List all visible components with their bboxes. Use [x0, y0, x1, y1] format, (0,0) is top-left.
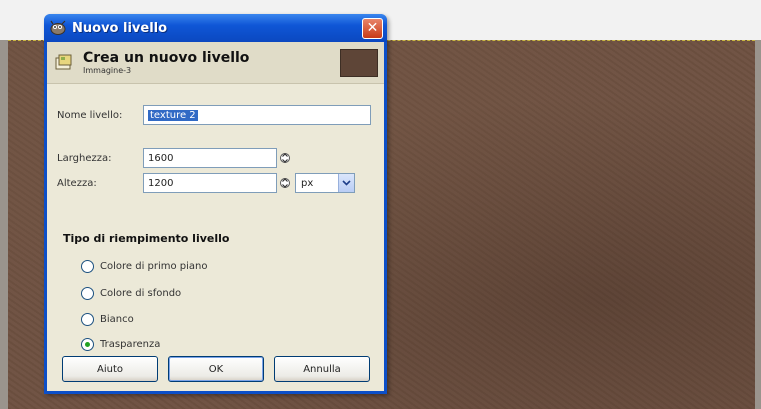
- height-row: Altezza: 1200 px: [57, 173, 355, 193]
- height-spin-button[interactable]: [279, 173, 291, 193]
- radio-icon[interactable]: [81, 313, 94, 326]
- layer-preview: [340, 48, 378, 77]
- gimp-wilber-icon: [48, 19, 68, 37]
- close-icon: ✕: [366, 20, 379, 36]
- radio-background[interactable]: Colore di sfondo: [81, 287, 181, 300]
- radio-icon[interactable]: [81, 260, 94, 273]
- ok-label: OK: [208, 363, 224, 375]
- dialog-title: Nuovo livello: [72, 20, 168, 36]
- name-row: Nome livello: texture 2: [57, 105, 371, 125]
- dialog-titlebar[interactable]: Nuovo livello ✕: [44, 14, 387, 42]
- radio-transparency[interactable]: Trasparenza: [81, 338, 160, 351]
- unit-select[interactable]: px: [295, 173, 355, 193]
- header-subtitle: Immagine-3: [83, 66, 132, 75]
- width-value: 1600: [148, 152, 174, 164]
- name-label: Nome livello:: [57, 109, 123, 121]
- radio-label: Colore di primo piano: [100, 261, 208, 272]
- width-spin-button[interactable]: [279, 148, 291, 168]
- unit-value: px: [301, 177, 314, 189]
- width-row: Larghezza: 1600: [57, 148, 291, 168]
- new-layer-icon: [53, 52, 75, 74]
- radio-label: Trasparenza: [100, 339, 161, 350]
- help-label: Aiuto: [97, 363, 123, 375]
- radio-foreground[interactable]: Colore di primo piano: [81, 260, 208, 273]
- width-input[interactable]: 1600: [143, 148, 277, 168]
- radio-label: Bianco: [100, 314, 134, 325]
- chevron-down-icon[interactable]: [338, 174, 354, 192]
- layer-name-value: texture 2: [148, 109, 198, 121]
- layer-name-input[interactable]: texture 2: [143, 105, 371, 125]
- help-button[interactable]: Aiuto: [62, 356, 158, 382]
- new-layer-dialog: Nuovo livello ✕ Crea un nuovo livello Im…: [44, 14, 387, 394]
- cancel-label: Annulla: [303, 363, 341, 375]
- height-value: 1200: [148, 177, 174, 189]
- radio-icon[interactable]: [81, 287, 94, 300]
- fill-type-title: Tipo di riempimento livello: [63, 232, 230, 245]
- spin-arrows-icon: [280, 153, 290, 163]
- height-label: Altezza:: [57, 177, 97, 189]
- height-input[interactable]: 1200: [143, 173, 277, 193]
- dialog-body: Crea un nuovo livello Immagine-3 Nome li…: [47, 42, 384, 391]
- ok-button[interactable]: OK: [168, 356, 264, 382]
- radio-icon-selected[interactable]: [81, 338, 94, 351]
- header-title: Crea un nuovo livello: [83, 50, 250, 66]
- radio-white[interactable]: Bianco: [81, 313, 134, 326]
- radio-label: Colore di sfondo: [100, 288, 182, 299]
- cancel-button[interactable]: Annulla: [274, 356, 370, 382]
- close-button[interactable]: ✕: [362, 17, 383, 39]
- width-label: Larghezza:: [57, 152, 112, 164]
- spin-arrows-icon: [280, 178, 290, 188]
- dialog-header: Crea un nuovo livello Immagine-3: [47, 42, 384, 84]
